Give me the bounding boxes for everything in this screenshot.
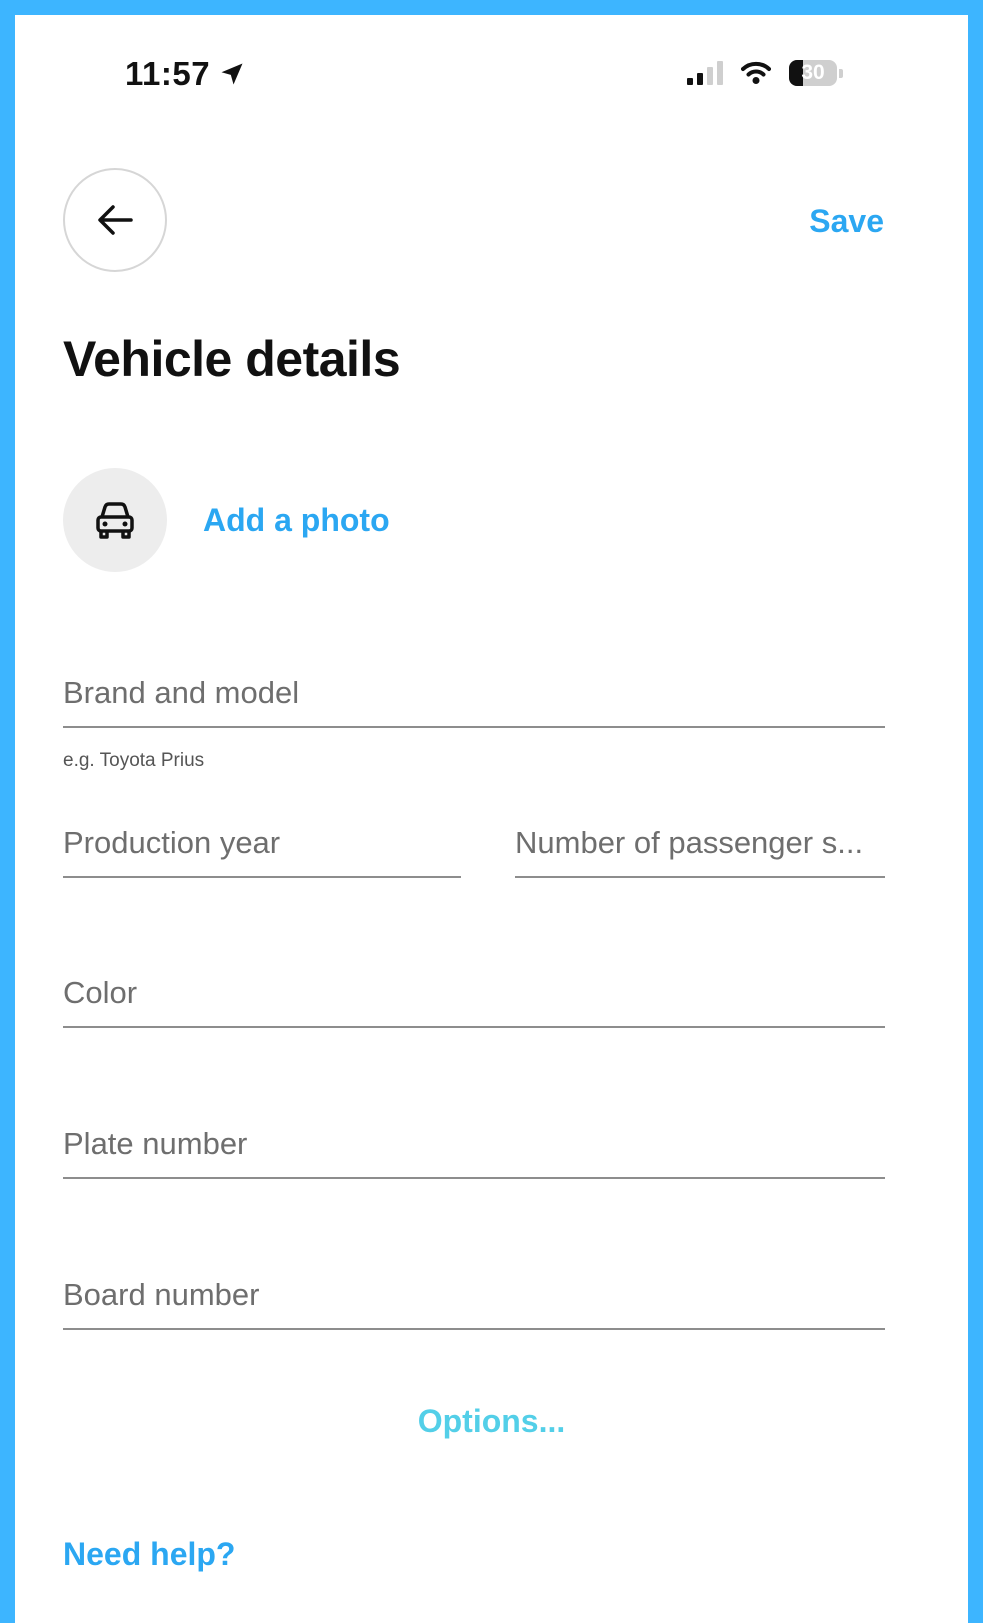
back-button[interactable] (63, 168, 167, 272)
status-indicators: 30 (687, 53, 843, 93)
cellular-signal-icon (687, 61, 723, 85)
board-number-input[interactable] (63, 1262, 885, 1328)
brand-model-input[interactable] (63, 660, 885, 726)
board-number-field[interactable] (63, 1262, 885, 1330)
wifi-icon (741, 61, 771, 84)
passenger-seats-input[interactable] (515, 810, 885, 876)
passenger-seats-field[interactable] (515, 810, 885, 878)
car-icon (96, 502, 134, 539)
options-link[interactable]: Options... (15, 1403, 968, 1440)
location-arrow-icon (221, 63, 243, 85)
app-screen: 11:57 30 Save Vehicle details Add a phot… (15, 15, 968, 1623)
status-time-text: 11:57 (125, 55, 211, 92)
production-year-field[interactable] (63, 810, 461, 878)
color-field[interactable] (63, 960, 885, 1028)
page-title: Vehicle details (63, 331, 401, 387)
brand-model-hint: e.g. Toyota Prius (63, 750, 205, 771)
battery-cap (839, 68, 843, 78)
vehicle-photo-avatar[interactable] (63, 468, 167, 572)
brand-model-field[interactable] (63, 660, 885, 728)
need-help-link[interactable]: Need help? (63, 1536, 235, 1573)
battery-percent: 30 (801, 61, 825, 84)
production-year-input[interactable] (63, 810, 461, 876)
status-time: 11:57 (125, 55, 246, 93)
battery-icon: 30 (789, 60, 837, 86)
save-button[interactable]: Save (809, 203, 884, 240)
plate-number-field[interactable] (63, 1111, 885, 1179)
plate-number-input[interactable] (63, 1111, 885, 1177)
add-photo-link[interactable]: Add a photo (203, 502, 390, 539)
arrow-left-icon (98, 205, 133, 235)
color-input[interactable] (63, 960, 885, 1026)
